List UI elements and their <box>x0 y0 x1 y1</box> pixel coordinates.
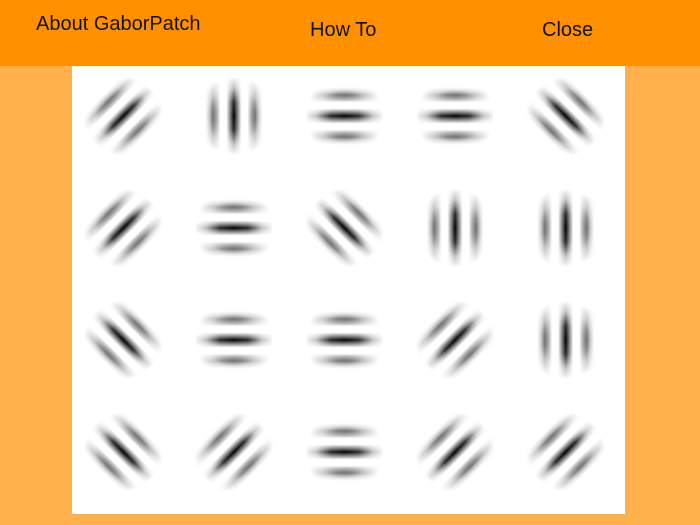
gabor-patch[interactable] <box>401 286 509 394</box>
gabor-patch[interactable] <box>195 190 272 266</box>
gabor-patch[interactable] <box>72 286 178 394</box>
gabor-patch[interactable] <box>195 302 272 378</box>
gabor-patch[interactable] <box>511 398 620 506</box>
gabor-patch[interactable] <box>527 190 604 266</box>
gabor-patch-board <box>72 66 625 514</box>
gabor-patch[interactable] <box>417 190 494 266</box>
menu-bar: About GaborPatch How To Close <box>0 0 700 66</box>
gabor-patch[interactable] <box>417 78 494 154</box>
gabor-patch[interactable] <box>72 66 178 170</box>
gabor-patch[interactable] <box>72 174 178 282</box>
gabor-patch[interactable] <box>511 66 620 170</box>
gabor-patch[interactable] <box>527 302 604 378</box>
gabor-patch[interactable] <box>290 174 399 282</box>
gabor-patch[interactable] <box>195 78 272 154</box>
gabor-patch[interactable] <box>401 398 509 506</box>
gabor-grid <box>72 66 620 506</box>
how-to-menu-item[interactable]: How To <box>310 2 376 58</box>
gabor-patch[interactable] <box>306 78 383 154</box>
gabor-patch[interactable] <box>180 398 288 506</box>
gabor-patch[interactable] <box>306 414 383 490</box>
gabor-patch[interactable] <box>306 302 383 378</box>
gabor-patch[interactable] <box>72 398 178 506</box>
about-menu-item[interactable]: About GaborPatch <box>36 0 201 52</box>
close-menu-item[interactable]: Close <box>542 2 593 58</box>
